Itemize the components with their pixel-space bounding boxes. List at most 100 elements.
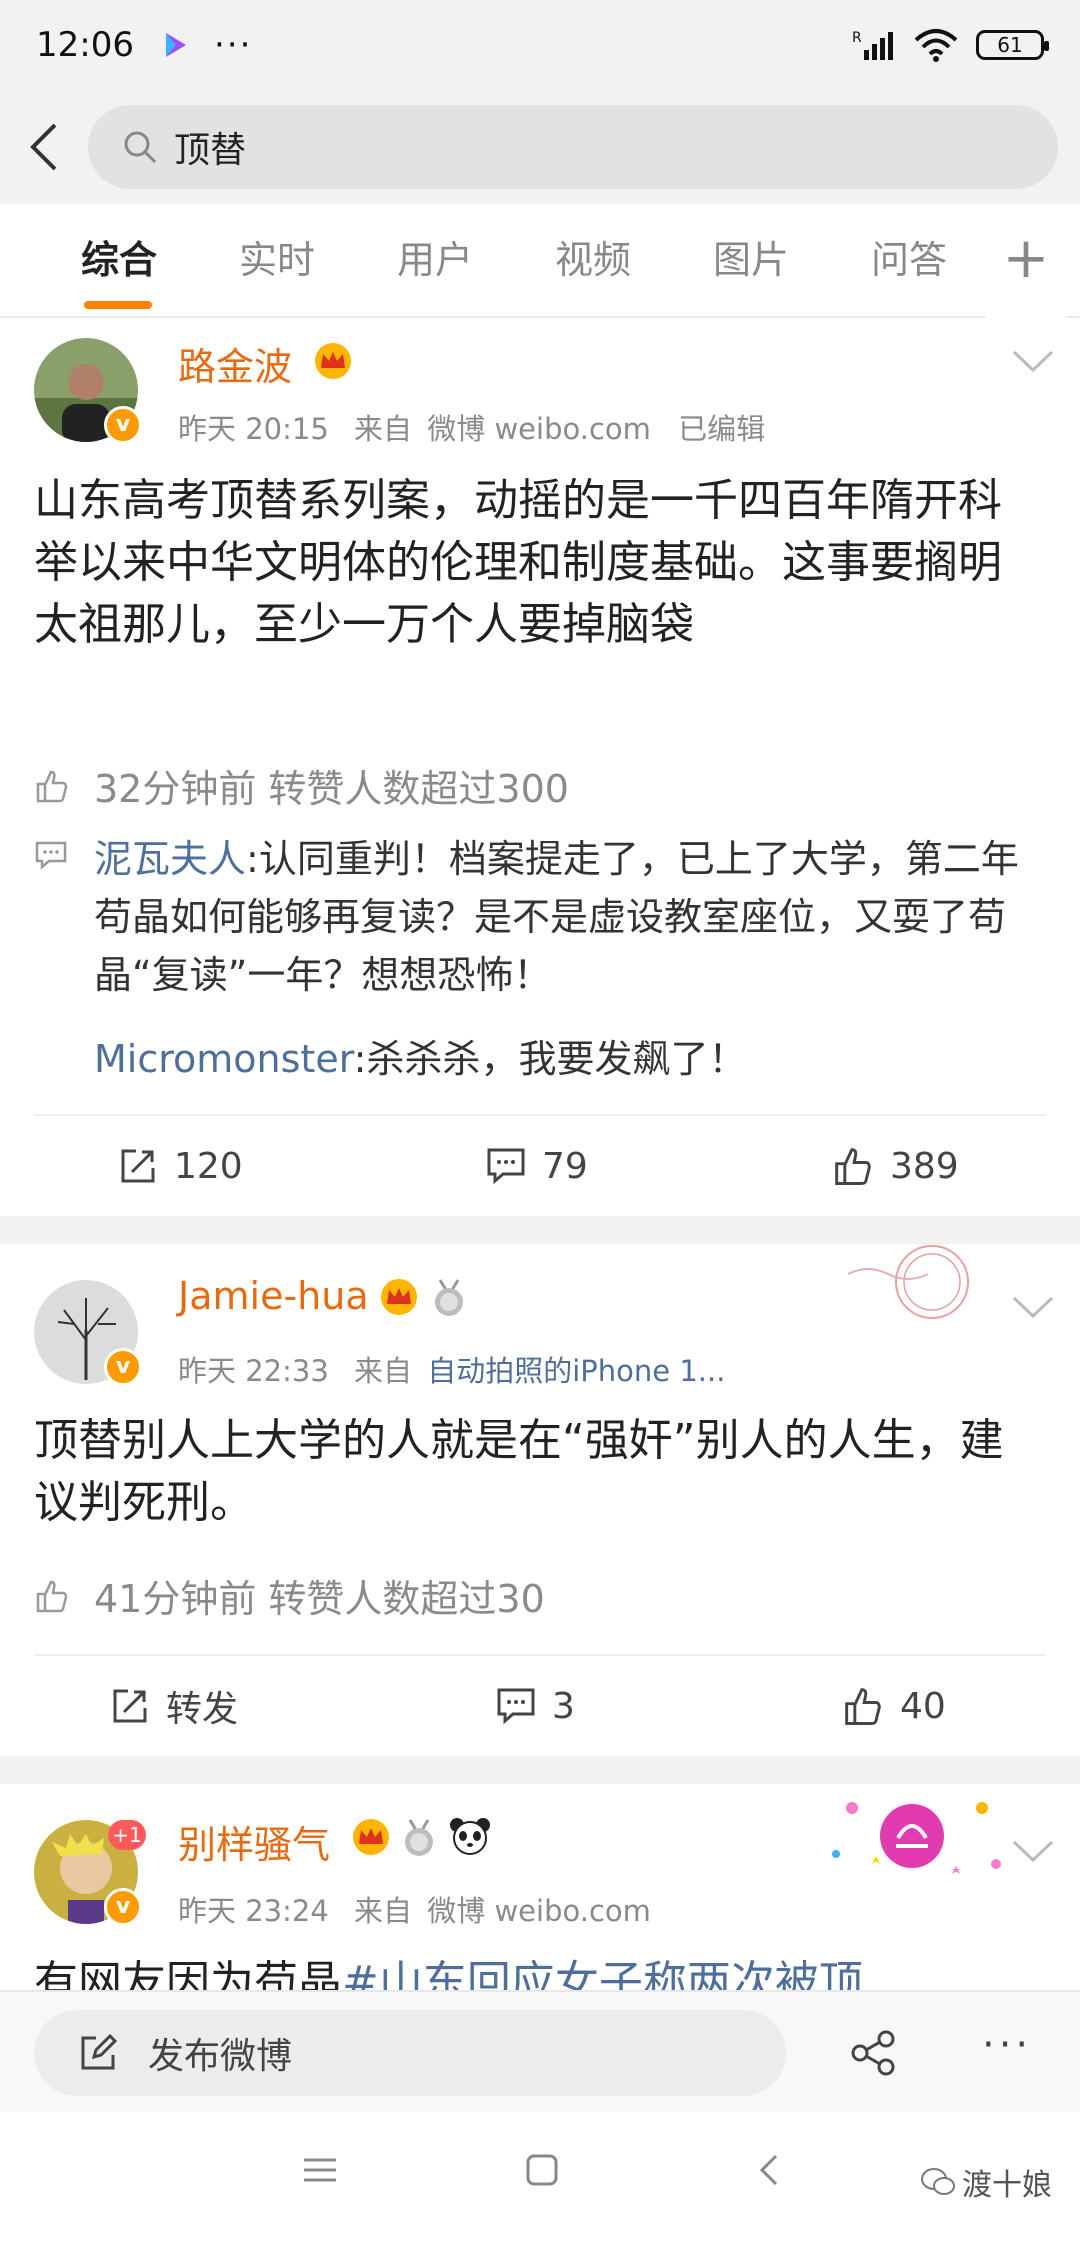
medal-icon bbox=[405, 1819, 433, 1856]
thumbs-up-icon bbox=[835, 1148, 871, 1185]
battery-indicator: 61 bbox=[976, 30, 1049, 60]
weibo-search-page: 12:06 ··· R 61 顶替 综合 实时 用户 视频 图片 问答 + v … bbox=[0, 0, 1080, 2244]
search-header: 顶替 bbox=[0, 90, 1080, 204]
medal-icon bbox=[435, 1279, 463, 1316]
hashtag-link[interactable]: #山东回应女子称两次被顶 bbox=[342, 1957, 863, 1990]
add-tab-button[interactable]: + bbox=[986, 204, 1066, 318]
comment-preview-icon bbox=[35, 841, 67, 870]
share-network-icon[interactable] bbox=[850, 2030, 898, 2076]
vip-crown-icon bbox=[353, 1819, 389, 1855]
post-text: 顶替别人上大学的人就是在“强奸”别人的人生，建议判死刑。 bbox=[34, 1415, 1004, 1528]
card-separator bbox=[0, 1756, 1080, 1784]
repost-count: 120 bbox=[174, 1145, 243, 1187]
wifi-icon bbox=[914, 29, 958, 62]
comment-icon bbox=[497, 1688, 535, 1725]
comment-button[interactable]: 79 bbox=[486, 1116, 588, 1216]
tab-videos[interactable]: 视频 bbox=[514, 203, 672, 317]
verified-badge: v bbox=[104, 1888, 142, 1926]
comment-author[interactable]: Micromonster bbox=[94, 1037, 354, 1081]
comment-author[interactable]: 泥瓦夫人 bbox=[94, 837, 246, 881]
like-count: 40 bbox=[900, 1685, 946, 1727]
compose-label: 发布微博 bbox=[148, 2036, 293, 2077]
tab-qa[interactable]: 问答 bbox=[830, 203, 988, 317]
watermark: 渡十娘 bbox=[920, 2160, 1052, 2204]
libra-card-decoration bbox=[832, 1802, 1001, 1874]
more-options-button[interactable]: ··· bbox=[982, 2022, 1032, 2068]
vip-crown-icon bbox=[315, 343, 351, 379]
signal-icon: R bbox=[852, 30, 893, 60]
status-bar: 12:06 ··· R 61 bbox=[0, 0, 1080, 90]
svg-text:R: R bbox=[852, 30, 862, 46]
post-source[interactable]: 自动拍照的iPhone 1... bbox=[427, 1354, 725, 1388]
home-icon[interactable] bbox=[524, 2152, 560, 2188]
post-hot-text: 41分钟前 转赞人数超过30 bbox=[94, 1577, 545, 1621]
search-icon bbox=[124, 131, 157, 164]
post-card[interactable]: +1 v 别样骚气 昨天 23:24 来自 微博 weibo.com 有网友因为… bbox=[0, 1784, 1080, 1990]
tab-users[interactable]: 用户 bbox=[356, 203, 514, 317]
watermark-text: 渡十娘 bbox=[962, 2168, 1052, 2203]
chevron-left-icon bbox=[30, 123, 57, 171]
vip-crown-icon bbox=[381, 1279, 417, 1315]
post-actions: 120 79 389 bbox=[0, 1116, 1080, 1216]
status-more-dots: ··· bbox=[213, 25, 253, 65]
thumbs-up-icon bbox=[845, 1688, 881, 1725]
thumbs-up-icon bbox=[36, 1580, 68, 1612]
menu-icon[interactable] bbox=[302, 2152, 338, 2188]
comment-button[interactable]: 3 bbox=[496, 1656, 575, 1756]
post-time: 昨天 23:24 bbox=[178, 1894, 329, 1928]
post-hot-info: 41分钟前 转赞人数超过30 bbox=[34, 1568, 545, 1623]
bottom-compose-bar: 发布微博 ··· bbox=[0, 1990, 1080, 2112]
post-text: 山东高考顶替系列案，动摇的是一千四百年隋开科举以来中华文明体的伦理和制度基础。这… bbox=[34, 475, 1002, 650]
back-nav-icon[interactable] bbox=[756, 2152, 780, 2188]
repost-button[interactable]: 120 bbox=[118, 1116, 243, 1216]
compose-weibo-button[interactable]: 发布微博 bbox=[34, 2010, 786, 2096]
comment-item[interactable]: Micromonster:杀杀杀，我要发飙了！ bbox=[94, 1030, 1034, 1088]
share-icon bbox=[113, 1689, 147, 1723]
edit-icon bbox=[81, 2033, 118, 2070]
comment-count: 79 bbox=[542, 1145, 588, 1187]
tab-realtime[interactable]: 实时 bbox=[198, 203, 356, 317]
wechat-icon bbox=[921, 2168, 955, 2195]
status-time: 12:06 bbox=[36, 25, 134, 65]
chevron-down-icon[interactable] bbox=[1010, 1292, 1056, 1322]
headline-stamp-icon bbox=[848, 1245, 969, 1319]
tab-comprehensive[interactable]: 综合 bbox=[40, 203, 198, 317]
post-card[interactable]: v Jamie-hua 昨天 22:33 来自 自动拍照的iPhone 1...… bbox=[0, 1244, 1080, 1756]
post-meta: 昨天 20:15 来自 微博 weibo.com 已编辑 bbox=[178, 406, 765, 448]
post-text: 有网友因为苟晶#山东回应女子称两次被顶 bbox=[34, 1952, 1044, 1990]
comment-icon bbox=[487, 1148, 525, 1185]
comment-item[interactable]: 泥瓦夫人:认同重判！档案提走了，已上了大学，第二年苟晶如何能够再复读？是不是虚设… bbox=[94, 830, 1034, 1004]
search-tabs: 综合 实时 用户 视频 图片 问答 + bbox=[0, 204, 1080, 318]
comment-text: :杀杀杀，我要发飙了！ bbox=[353, 1037, 747, 1081]
chevron-down-icon[interactable] bbox=[1010, 346, 1056, 376]
post-meta: 昨天 23:24 来自 微博 weibo.com bbox=[178, 1888, 651, 1930]
repost-button[interactable]: 转发 bbox=[110, 1656, 238, 1756]
card-separator bbox=[0, 1216, 1080, 1244]
tab-images[interactable]: 图片 bbox=[672, 203, 830, 317]
verified-badge: v bbox=[104, 1348, 142, 1386]
like-count: 389 bbox=[890, 1145, 959, 1187]
post-time: 昨天 20:15 bbox=[178, 412, 329, 446]
share-icon bbox=[121, 1149, 155, 1183]
post-hot-info: 32分钟前 转赞人数超过300 bbox=[34, 758, 569, 813]
post-username[interactable]: 别样骚气 bbox=[178, 1814, 330, 1869]
back-button[interactable] bbox=[0, 90, 88, 204]
video-app-icon bbox=[165, 33, 186, 57]
thumbs-up-icon bbox=[36, 770, 68, 802]
search-input[interactable]: 顶替 bbox=[88, 105, 1058, 189]
system-nav-bar bbox=[0, 2112, 1080, 2244]
panda-icon bbox=[450, 1818, 490, 1855]
post-text-prefix: 有网友因为苟晶 bbox=[34, 1957, 342, 1990]
plus-one-badge: +1 bbox=[108, 1820, 146, 1850]
post-card[interactable]: v 路金波 昨天 20:15 来自 微博 weibo.com 已编辑 山东高考顶… bbox=[0, 318, 1080, 1216]
post-username[interactable]: 路金波 bbox=[178, 336, 292, 391]
post-source: 微博 weibo.com bbox=[427, 412, 651, 446]
search-query: 顶替 bbox=[174, 130, 247, 171]
like-button[interactable]: 40 bbox=[842, 1656, 946, 1756]
like-button[interactable]: 389 bbox=[832, 1116, 959, 1216]
post-source-prefix: 来自 bbox=[354, 1894, 413, 1928]
chevron-down-icon[interactable] bbox=[1010, 1836, 1056, 1866]
post-meta: 昨天 22:33 来自 自动拍照的iPhone 1... bbox=[178, 1348, 725, 1390]
post-edited: 已编辑 bbox=[678, 412, 766, 446]
post-username[interactable]: Jamie-hua bbox=[178, 1274, 369, 1318]
